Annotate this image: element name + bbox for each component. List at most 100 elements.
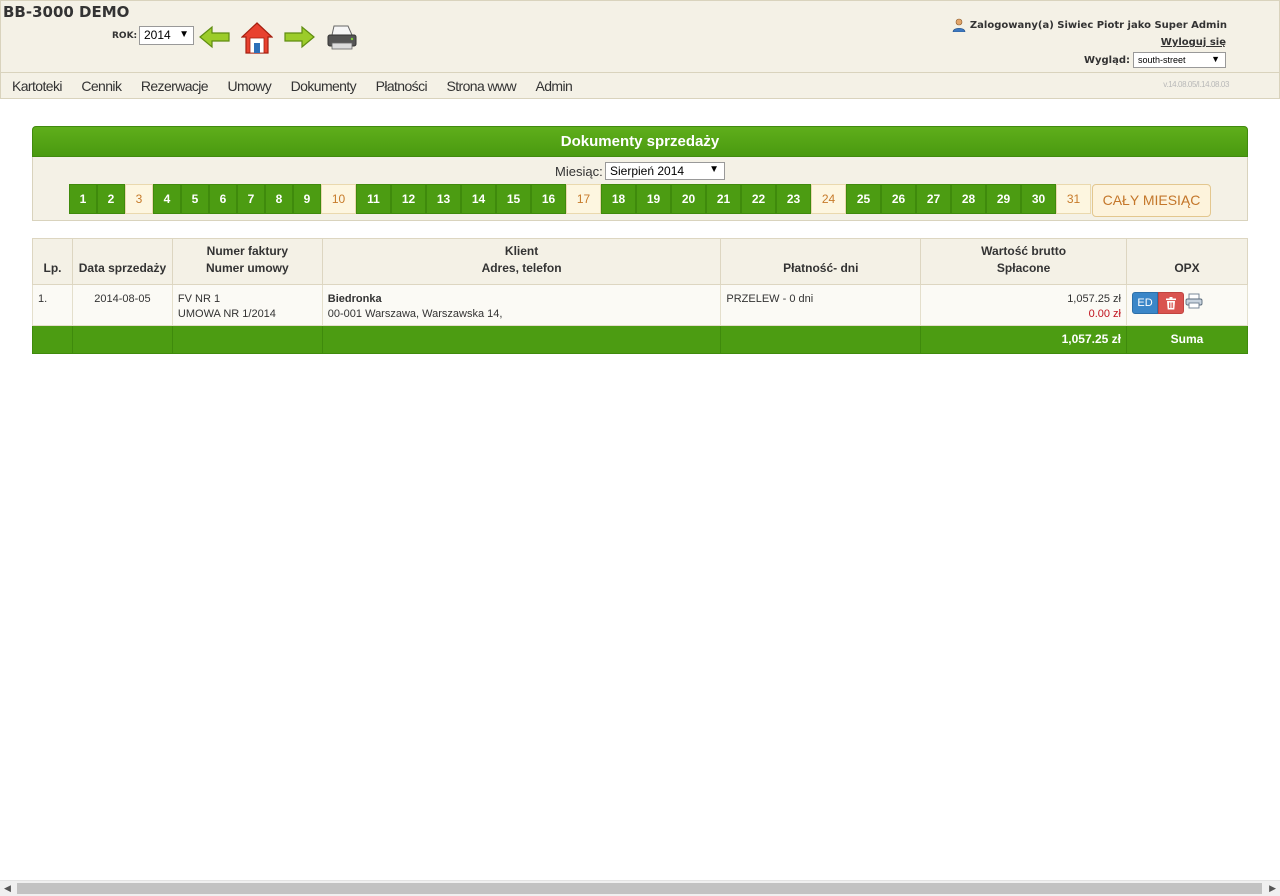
sum-total: 1,057.25 zł [920,325,1128,354]
day-selector: 1 2 3 4 5 6 7 8 9 10 11 12 13 14 15 16 17 18 19 20 21 22 23 24 2… [69,184,1091,214]
row-client: Biedronka 00-001 Warszawa, Warszawska 14… [321,284,722,326]
all-month-button[interactable]: CAŁY MIESIĄC [1092,184,1211,217]
menu-item-platnosci[interactable]: Płatności [376,78,428,94]
header: BB-3000 DEMO ROK: 2014 ▼ Zalogowany(a) S… [0,0,1280,72]
gross-value: 1,057.25 zł [1067,293,1122,305]
month-select[interactable]: Sierpień 2014 ▼ [605,162,725,180]
wyglad-label: Wygląd: [1083,55,1130,66]
day-button-19[interactable]: 19 [636,184,671,214]
edit-button[interactable]: ED [1132,292,1159,314]
theme-value: south-street [1138,55,1186,65]
row-value: 1,057.25 zł 0.00 zł [920,284,1128,326]
day-button-1[interactable]: 1 [69,184,97,214]
month-value: Sierpień 2014 [610,164,685,178]
day-button-30[interactable]: 30 [1021,184,1056,214]
user-info: Zalogowany(a) Siwiec Piotr jako Super Ad… [952,18,1227,32]
user-text: Zalogowany(a) Siwiec Piotr jako Super Ad… [969,19,1227,31]
menu-item-admin[interactable]: Admin [535,78,572,94]
horizontal-scrollbar[interactable]: ◀ ▶ [0,880,1280,896]
invoice-number: FV NR 1 [177,293,221,305]
main-menu: Kartoteki Cennik Rezerwacje Umowy Dokume… [0,72,1280,99]
printer-icon[interactable] [326,24,358,52]
client-name: Biedronka [327,293,382,305]
table-header-row: Lp. Data sprzedaży Numer faktury Numer um… [32,238,1248,285]
col-date: Data sprzedaży [71,238,173,285]
menu-item-umowy[interactable]: Umowy [227,78,271,94]
day-button-25[interactable]: 25 [846,184,881,214]
table-row: 1. 2014-08-05 FV NR 1 UMOWA NR 1/2014 Bi… [32,284,1248,326]
logout-link[interactable]: Wyloguj się [1161,37,1226,48]
app-title: BB-3000 DEMO [3,3,130,21]
row-ops: ED [1126,284,1248,326]
version-label: v.14.08.05/l.14.08.03 [1163,80,1229,89]
day-button-28[interactable]: 28 [951,184,986,214]
documents-table: Lp. Data sprzedaży Numer faktury Numer um… [32,238,1248,354]
menu-item-dokumenty[interactable]: Dokumenty [291,78,357,94]
day-button-23[interactable]: 23 [776,184,811,214]
panel-title: Dokumenty sprzedaży [32,126,1248,157]
month-label: Miesiąc: [555,164,603,179]
row-number: FV NR 1 UMOWA NR 1/2014 [171,284,323,326]
day-button-5[interactable]: 5 [181,184,209,214]
day-button-24[interactable]: 24 [811,184,846,214]
day-button-18[interactable]: 18 [601,184,636,214]
menu-item-kartoteki[interactable]: Kartoteki [12,78,62,94]
day-button-16[interactable]: 16 [531,184,566,214]
menu-item-strona-www[interactable]: Strona www [447,78,517,94]
day-button-15[interactable]: 15 [496,184,531,214]
day-button-14[interactable]: 14 [461,184,496,214]
rok-label: ROK: [112,31,138,41]
sum-row: 1,057.25 zł Suma [32,325,1248,354]
scrollbar-thumb[interactable] [17,883,1262,894]
col-payment: Płatność- dni [720,238,922,285]
arrow-right-icon[interactable] [283,25,315,49]
scroll-right-icon[interactable]: ▶ [1269,883,1276,894]
chevron-down-icon: ▼ [1211,54,1220,64]
day-button-2[interactable]: 2 [97,184,125,214]
day-button-26[interactable]: 26 [881,184,916,214]
trash-icon [1166,296,1177,309]
arrow-left-icon[interactable] [199,25,231,49]
day-button-12[interactable]: 12 [391,184,426,214]
day-button-27[interactable]: 27 [916,184,951,214]
day-button-13[interactable]: 13 [426,184,461,214]
menu-item-cennik[interactable]: Cennik [81,78,122,94]
rok-select[interactable]: 2014 ▼ [139,26,194,45]
row-date: 2014-08-05 [71,284,173,326]
theme-select[interactable]: south-street ▼ [1133,52,1226,68]
day-button-22[interactable]: 22 [741,184,776,214]
day-button-6[interactable]: 6 [209,184,237,214]
print-icon[interactable] [1185,293,1203,309]
day-button-3[interactable]: 3 [125,184,153,214]
scroll-left-icon[interactable]: ◀ [4,883,11,894]
home-icon[interactable] [241,21,273,55]
rok-value: 2014 [144,28,171,42]
col-number: Numer faktury Numer umowy [171,238,323,285]
col-client: Klient Adres, telefon [321,238,722,285]
client-address: 00-001 Warszawa, Warszawska 14, [327,308,503,320]
menu-item-rezerwacje[interactable]: Rezerwacje [141,78,209,94]
col-opx: OPX [1126,238,1248,285]
chevron-down-icon: ▼ [179,29,189,40]
day-button-9[interactable]: 9 [293,184,321,214]
delete-button[interactable] [1158,292,1185,314]
day-button-4[interactable]: 4 [153,184,181,214]
day-button-8[interactable]: 8 [265,184,293,214]
sum-label: Suma [1126,325,1248,354]
day-button-29[interactable]: 29 [986,184,1021,214]
chevron-down-icon: ▼ [709,164,719,175]
day-button-20[interactable]: 20 [671,184,706,214]
contract-number: UMOWA NR 1/2014 [177,308,276,320]
day-button-31[interactable]: 31 [1056,184,1091,214]
row-payment: PRZELEW - 0 dni [720,284,922,326]
day-button-10[interactable]: 10 [321,184,356,214]
day-button-21[interactable]: 21 [706,184,741,214]
day-button-7[interactable]: 7 [237,184,265,214]
col-lp: Lp. [32,238,73,285]
col-value: Wartość brutto Spłacone [920,238,1128,285]
paid-value: 0.00 zł [1088,308,1122,320]
user-icon [952,18,966,32]
day-button-11[interactable]: 11 [356,184,391,214]
sales-documents-panel: Dokumenty sprzedaży Miesiąc: Sierpień 20… [32,126,1248,221]
day-button-17[interactable]: 17 [566,184,601,214]
